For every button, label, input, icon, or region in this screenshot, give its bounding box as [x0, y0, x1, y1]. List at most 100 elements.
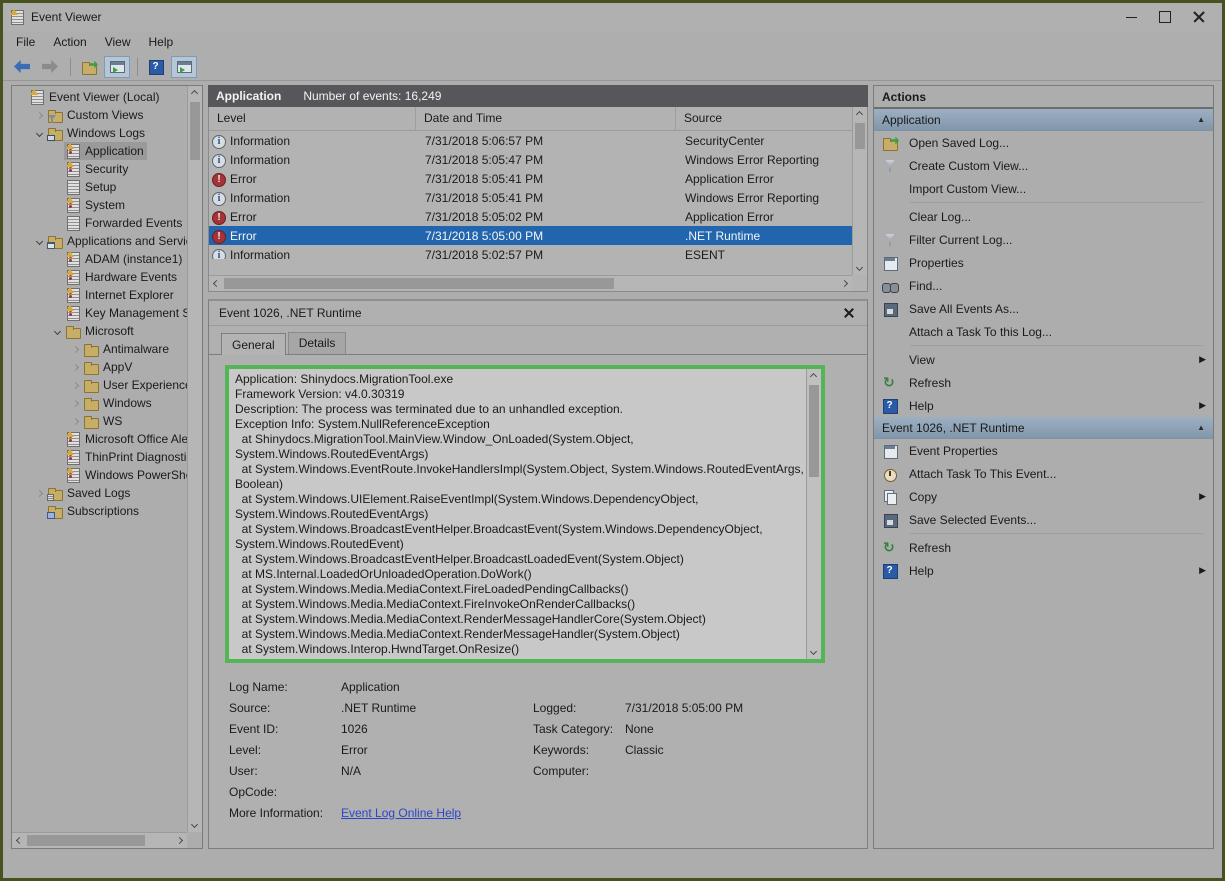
table-row[interactable]: Information7/31/2018 5:06:57 PMSecurityC…: [209, 131, 852, 150]
tree-item-windows-powershell[interactable]: Windows PowerShell: [12, 466, 190, 484]
action-create-custom-view-[interactable]: Create Custom View...: [874, 154, 1213, 177]
tree-item-microsoft[interactable]: Microsoft: [12, 322, 190, 340]
action-clear-log-[interactable]: Clear Log...: [874, 205, 1213, 228]
tree-item-application[interactable]: Application: [12, 142, 190, 160]
action-refresh[interactable]: Refresh: [874, 371, 1213, 394]
tree-item-user-experience-virtua[interactable]: User Experience Virtua: [12, 376, 190, 394]
expander-down-icon[interactable]: [32, 131, 46, 136]
action-attach-task-to-this-event-[interactable]: Attach Task To This Event...: [874, 462, 1213, 485]
tree-item-custom-views[interactable]: Custom Views: [12, 106, 190, 124]
collapse-icon[interactable]: ▲: [1197, 423, 1205, 432]
minimize-button[interactable]: [1114, 5, 1148, 29]
expander-right-icon[interactable]: [68, 401, 82, 406]
tab-details[interactable]: Details: [288, 332, 347, 354]
menu-view[interactable]: View: [96, 33, 140, 51]
table-row[interactable]: Information7/31/2018 5:05:47 PMWindows E…: [209, 150, 852, 169]
action-save-all-events-as-[interactable]: Save All Events As...: [874, 297, 1213, 320]
expander-right-icon[interactable]: [32, 491, 46, 496]
expander-right-icon[interactable]: [68, 365, 82, 370]
action-help[interactable]: Help▶: [874, 559, 1213, 582]
forward-icon[interactable]: [37, 56, 63, 78]
expander-right-icon[interactable]: [68, 347, 82, 352]
description-scrollbar[interactable]: [806, 369, 821, 659]
action-help[interactable]: Help▶: [874, 394, 1213, 417]
tree-item-saved-logs[interactable]: Saved Logs: [12, 484, 190, 502]
tree-item-security[interactable]: Security: [12, 160, 190, 178]
actions-section-application[interactable]: Application▲: [874, 109, 1213, 131]
action-filter-current-log-[interactable]: Filter Current Log...: [874, 228, 1213, 251]
tree-item-thinprint-diagnostics[interactable]: ThinPrint Diagnostics: [12, 448, 190, 466]
action-open-saved-log-[interactable]: Open Saved Log...: [874, 131, 1213, 154]
event-log-online-help-link[interactable]: Event Log Online Help: [341, 806, 461, 820]
tree-item-forwarded-events[interactable]: Forwarded Events: [12, 214, 190, 232]
tree-scroll-down-button[interactable]: [187, 817, 202, 832]
table-row[interactable]: Error7/31/2018 5:05:00 PM.NET Runtime: [209, 226, 852, 245]
table-row[interactable]: Information7/31/2018 5:02:57 PMESENT: [209, 245, 852, 259]
list-scroll-right-button[interactable]: [837, 276, 852, 291]
tree-item-appv[interactable]: AppV: [12, 358, 190, 376]
tree-item-internet-explorer[interactable]: Internet Explorer: [12, 286, 190, 304]
list-scroll-left-button[interactable]: [209, 276, 224, 291]
action-copy[interactable]: Copy▶: [874, 485, 1213, 508]
tree-item-event-viewer-local-[interactable]: Event Viewer (Local): [12, 88, 190, 106]
action-properties[interactable]: Properties: [874, 251, 1213, 274]
pane-splitter[interactable]: [208, 292, 868, 299]
actions-section-event-1026-net-runtime[interactable]: Event 1026, .NET Runtime▲: [874, 417, 1213, 439]
tree-scroll-right-button[interactable]: [172, 833, 187, 848]
tree-item-windows-logs[interactable]: Windows Logs: [12, 124, 190, 142]
tree-item-windows[interactable]: Windows: [12, 394, 190, 412]
close-detail-icon[interactable]: [841, 305, 857, 321]
tree-scroll-up-button[interactable]: [187, 86, 202, 101]
expander-down-icon[interactable]: [32, 239, 46, 244]
tree-item-subscriptions[interactable]: Subscriptions: [12, 502, 190, 520]
tree-scroll-left-button[interactable]: [12, 833, 27, 848]
expander-right-icon[interactable]: [68, 419, 82, 424]
action-attach-a-task-to-this-log-[interactable]: Attach a Task To this Log...: [874, 320, 1213, 343]
action-view[interactable]: View▶: [874, 348, 1213, 371]
action-event-properties[interactable]: Event Properties: [874, 439, 1213, 462]
collapse-icon[interactable]: ▲: [1197, 115, 1205, 124]
menu-action[interactable]: Action: [44, 33, 95, 51]
expander-right-icon[interactable]: [32, 113, 46, 118]
action-find-[interactable]: Find...: [874, 274, 1213, 297]
expander-right-icon[interactable]: [68, 383, 82, 388]
list-scroll-thumb[interactable]: [855, 123, 865, 149]
list-horizontal-scrollbar[interactable]: [209, 275, 852, 291]
tree-item-system[interactable]: System: [12, 196, 190, 214]
action-refresh[interactable]: Refresh: [874, 536, 1213, 559]
close-button[interactable]: [1182, 5, 1216, 29]
list-scroll-up-button[interactable]: [852, 107, 867, 122]
list-vertical-scrollbar[interactable]: [852, 107, 867, 275]
table-row[interactable]: Error7/31/2018 5:05:41 PMApplication Err…: [209, 169, 852, 188]
list-hscroll-thumb[interactable]: [224, 278, 614, 289]
tree-item-adam-instance1-[interactable]: ADAM (instance1): [12, 250, 190, 268]
tree-item-applications-and-services-lo[interactable]: Applications and Services Lo: [12, 232, 190, 250]
menu-file[interactable]: File: [7, 33, 44, 51]
tree-vertical-scrollbar[interactable]: [187, 86, 202, 832]
maximize-button[interactable]: [1148, 5, 1182, 29]
tree-item-antimalware[interactable]: Antimalware: [12, 340, 190, 358]
column-header-level[interactable]: Level: [209, 107, 416, 130]
tab-general[interactable]: General: [221, 333, 286, 355]
desc-scroll-thumb[interactable]: [809, 385, 819, 477]
column-header-date-and-time[interactable]: Date and Time: [416, 107, 676, 130]
back-icon[interactable]: [9, 56, 35, 78]
table-row[interactable]: Error7/31/2018 5:05:02 PMApplication Err…: [209, 207, 852, 226]
expander-down-icon[interactable]: [50, 329, 64, 334]
tree-scroll-thumb[interactable]: [190, 102, 200, 160]
tree-item-microsoft-office-alerts[interactable]: Microsoft Office Alerts: [12, 430, 190, 448]
tree-item-key-management-service[interactable]: Key Management Service: [12, 304, 190, 322]
column-header-source[interactable]: Source: [676, 107, 852, 130]
desc-scroll-up-button[interactable]: [806, 369, 821, 384]
tree-item-setup[interactable]: Setup: [12, 178, 190, 196]
tree-horizontal-scrollbar[interactable]: [12, 832, 187, 848]
show-action-pane-icon[interactable]: [171, 56, 197, 78]
tree-hscroll-thumb[interactable]: [27, 835, 145, 846]
action-save-selected-events-[interactable]: Save Selected Events...: [874, 508, 1213, 531]
show-console-tree-icon[interactable]: [104, 56, 130, 78]
action-import-custom-view-[interactable]: Import Custom View...: [874, 177, 1213, 200]
help-icon[interactable]: [143, 56, 169, 78]
list-scroll-down-button[interactable]: [852, 260, 867, 275]
open-saved-log-icon[interactable]: [76, 56, 102, 78]
tree-item-ws[interactable]: WS: [12, 412, 190, 430]
